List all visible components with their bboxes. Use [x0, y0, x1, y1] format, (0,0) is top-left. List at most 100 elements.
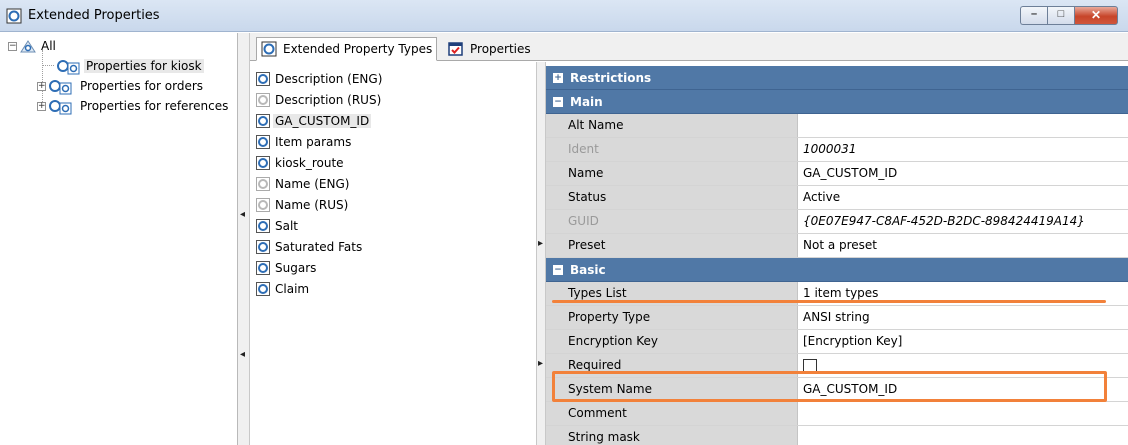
minimize-button[interactable]: –	[1020, 6, 1047, 25]
list-item[interactable]: Claim	[256, 279, 311, 299]
property-type-icon	[261, 41, 277, 57]
tab-properties[interactable]: Properties	[448, 37, 531, 61]
list-item-label: Saturated Fats	[275, 240, 363, 254]
tab-label: Properties	[470, 42, 531, 56]
collapse-icon[interactable]: −	[553, 265, 563, 275]
property-row-guid[interactable]: GUID {0E07E947-C8AF-452D-B2DC-898424419A…	[546, 210, 1128, 234]
highlight-underline	[552, 300, 1106, 303]
property-value[interactable]	[799, 114, 1128, 137]
list-item[interactable]: kiosk_route	[256, 153, 346, 173]
property-type-icon	[256, 282, 270, 296]
property-value[interactable]	[799, 426, 1128, 445]
list-item-label: Sugars	[275, 261, 317, 275]
expand-icon[interactable]: +	[37, 101, 46, 111]
list-item-label: Description (RUS)	[275, 93, 382, 107]
tab-label: Extended Property Types	[283, 42, 433, 56]
property-name: Name	[546, 162, 798, 185]
list-item[interactable]: Name (RUS)	[256, 195, 350, 215]
expand-icon[interactable]: +	[37, 81, 46, 91]
list-item[interactable]: Description (ENG)	[256, 69, 384, 89]
property-name: Encryption Key	[546, 330, 798, 353]
tree-root-label: All	[41, 39, 56, 53]
tree-item-label: Properties for references	[80, 99, 229, 113]
property-type-disabled-icon	[256, 198, 270, 212]
collapse-icon[interactable]: −	[8, 41, 17, 51]
collapse-left-icon[interactable]: ◂	[240, 349, 245, 360]
close-button[interactable]: ✕	[1074, 6, 1118, 25]
window-title: Extended Properties	[28, 8, 160, 23]
tree-item-references[interactable]: + Properties for references	[37, 97, 230, 115]
property-value[interactable]: ANSI string	[799, 306, 1128, 329]
property-type-icon	[256, 219, 270, 233]
property-row-alt-name[interactable]: Alt Name	[546, 114, 1128, 138]
property-row-string-mask[interactable]: String mask	[546, 426, 1128, 445]
category-label: Main	[570, 95, 603, 109]
property-row-ident[interactable]: Ident 1000031	[546, 138, 1128, 162]
property-row-status[interactable]: Status Active	[546, 186, 1128, 210]
property-row-comment[interactable]: Comment	[546, 402, 1128, 426]
left-splitter[interactable]: ◂ ◂	[238, 33, 250, 445]
list-item-label: Name (RUS)	[275, 198, 349, 212]
property-type-icon	[256, 114, 270, 128]
property-type-disabled-icon	[256, 177, 270, 191]
property-name: Alt Name	[546, 114, 798, 137]
property-value[interactable]: Active	[799, 186, 1128, 209]
property-type-icon	[256, 72, 270, 86]
list-item[interactable]: Salt	[256, 216, 300, 236]
list-item-label: Name (ENG)	[275, 177, 350, 191]
maximize-button[interactable]: □	[1047, 6, 1074, 25]
tab-extended-property-types[interactable]: Extended Property Types	[256, 37, 438, 61]
category-restrictions[interactable]: + Restrictions	[546, 66, 1128, 90]
property-name: Comment	[546, 402, 798, 425]
list-item-label: GA_CUSTOM_ID	[273, 114, 372, 128]
property-row-preset[interactable]: Preset Not a preset	[546, 234, 1128, 258]
middle-splitter[interactable]: ▸ ▸	[536, 62, 546, 445]
tree-root-all[interactable]: − All	[8, 37, 58, 55]
property-type-disabled-icon	[256, 93, 270, 107]
close-icon: ✕	[1090, 8, 1102, 22]
properties-form-icon	[448, 42, 463, 56]
property-type-icon	[256, 156, 270, 170]
collapse-icon[interactable]: −	[553, 97, 563, 107]
property-row-property-type[interactable]: Property Type ANSI string	[546, 306, 1128, 330]
window-controls: – □ ✕	[1020, 6, 1118, 25]
list-item[interactable]: Saturated Fats	[256, 237, 364, 257]
expand-right-icon[interactable]: ▸	[538, 358, 543, 369]
property-name: Preset	[546, 234, 798, 257]
folder-all-icon	[20, 40, 36, 53]
tree-line	[42, 65, 54, 66]
property-type-icon	[6, 8, 22, 24]
property-value[interactable]: GA_CUSTOM_ID	[799, 162, 1128, 185]
tree-item-kiosk[interactable]: Properties for kiosk	[54, 57, 204, 75]
minimize-icon: –	[1030, 8, 1038, 20]
property-types-list[interactable]: Description (ENG) Description (RUS) GA_C…	[250, 62, 536, 445]
property-name: Status	[546, 186, 798, 209]
property-row-name[interactable]: Name GA_CUSTOM_ID	[546, 162, 1128, 186]
tree-item-orders[interactable]: + Properties for orders	[37, 77, 205, 95]
property-value[interactable]: [Encryption Key]	[799, 330, 1128, 353]
tree-item-label: Properties for orders	[80, 79, 204, 93]
list-item-selected[interactable]: GA_CUSTOM_ID	[256, 111, 372, 131]
property-row-encryption-key[interactable]: Encryption Key [Encryption Key]	[546, 330, 1128, 354]
expand-right-icon[interactable]: ▸	[538, 238, 543, 249]
expand-icon[interactable]: +	[553, 73, 563, 83]
list-item-label: kiosk_route	[275, 156, 344, 170]
category-label: Restrictions	[570, 71, 652, 85]
maximize-icon: □	[1057, 8, 1065, 20]
property-value: 1000031	[799, 138, 1128, 161]
category-basic[interactable]: − Basic	[546, 258, 1128, 282]
category-tree[interactable]: − All Properties for kiosk + Properties …	[0, 33, 238, 445]
list-item[interactable]: Name (ENG)	[256, 174, 351, 194]
property-name: Ident	[546, 138, 798, 161]
property-type-icon	[256, 135, 270, 149]
list-item[interactable]: Sugars	[256, 258, 318, 278]
category-main[interactable]: − Main	[546, 90, 1128, 114]
list-item-label: Claim	[275, 282, 310, 296]
list-item[interactable]: Item params	[256, 132, 353, 152]
property-type-icon	[256, 240, 270, 254]
property-group-icon	[49, 100, 72, 115]
property-value[interactable]	[799, 402, 1128, 425]
collapse-left-icon[interactable]: ◂	[240, 209, 245, 220]
property-value[interactable]: Not a preset	[799, 234, 1128, 257]
list-item[interactable]: Description (RUS)	[256, 90, 383, 110]
